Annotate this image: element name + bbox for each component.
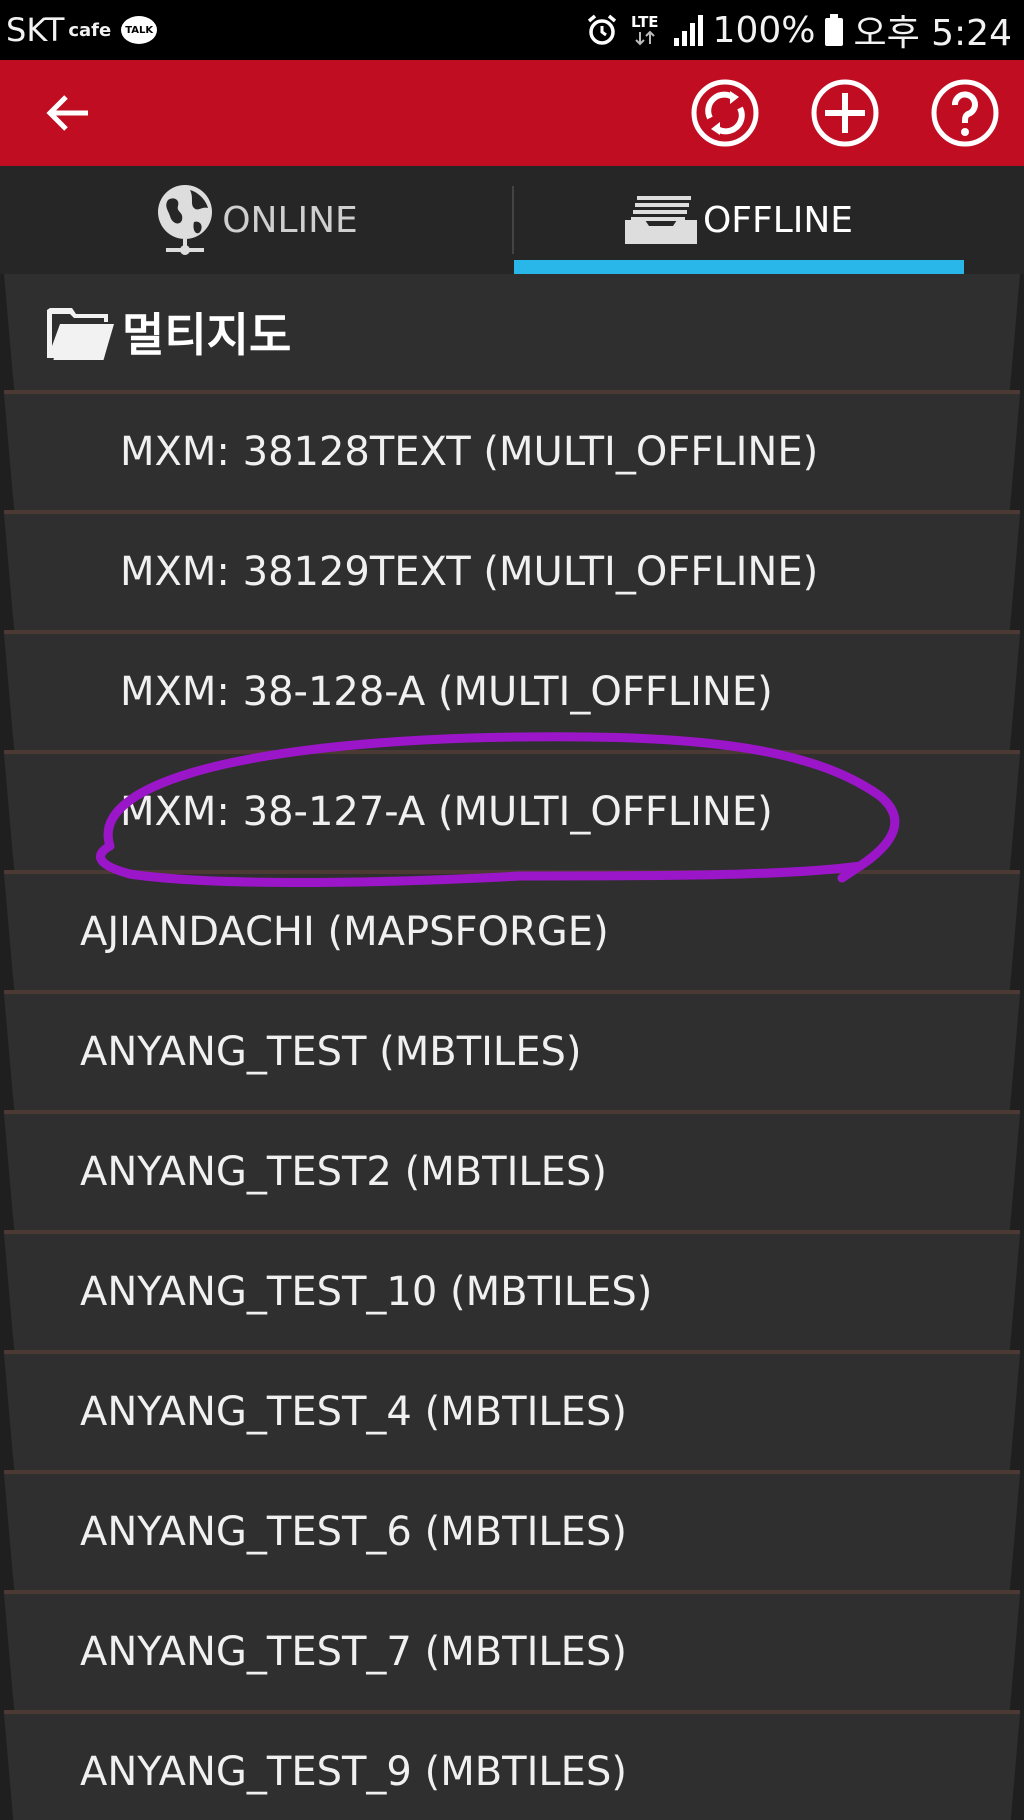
arrow-left-icon [46, 95, 88, 131]
alarm-icon [585, 13, 619, 47]
status-bar-left: SKT cafe TALK [6, 11, 158, 49]
lte-text: LTE [631, 13, 659, 31]
list-item-label: ANYANG_TEST_4 (MBTILES) [80, 1389, 627, 1435]
list-item[interactable]: ANYANG_TEST_10 (MBTILES) [0, 1234, 1024, 1354]
list-item-label: ANYANG_TEST_7 (MBTILES) [80, 1629, 627, 1675]
tab-offline-label: OFFLINE [702, 199, 854, 241]
sync-button[interactable] [690, 78, 760, 148]
list-item-label: ANYANG_TEST (MBTILES) [80, 1029, 582, 1075]
list-item-label: MXM: 38128TEXT (MULTI_OFFLINE) [120, 429, 819, 475]
help-button[interactable] [930, 78, 1000, 148]
list-item[interactable]: ANYANG_TEST_7 (MBTILES) [0, 1594, 1024, 1714]
list-item[interactable]: ANYANG_TEST_4 (MBTILES) [0, 1354, 1024, 1474]
list-item-label: AJIANDACHI (MAPSFORGE) [80, 909, 609, 955]
folder-label: 멀티지도 [122, 308, 292, 362]
battery-icon [825, 14, 844, 46]
list-item-label: MXM: 38-127-A (MULTI_OFFLINE) [120, 789, 773, 835]
plus-icon [811, 79, 879, 147]
signal-icon [673, 14, 703, 46]
list-item[interactable]: MXM: 38128TEXT (MULTI_OFFLINE) [0, 394, 1024, 514]
list-item[interactable]: MXM: 38-127-A (MULTI_OFFLINE) [0, 754, 1024, 874]
tab-bar: ONLINE OFFLINE [0, 166, 1024, 274]
list-item[interactable]: ANYANG_TEST_6 (MBTILES) [0, 1474, 1024, 1594]
sync-icon [691, 79, 759, 147]
list-item-label: ANYANG_TEST_10 (MBTILES) [80, 1269, 653, 1315]
tray-icon [624, 194, 697, 246]
cafe-notification-icon: cafe [68, 19, 112, 41]
battery-percentage: 100% [712, 9, 816, 51]
lte-icon: LTE [629, 12, 663, 48]
status-bar: SKT cafe TALK LTE 100% 오후 5:24 [0, 0, 1024, 60]
list-item[interactable]: ANYANG_TEST (MBTILES) [0, 994, 1024, 1114]
list-item[interactable]: ANYANG_TEST_9 (MBTILES) [0, 1714, 1024, 1820]
tab-offline[interactable]: OFFLINE [514, 166, 964, 274]
list-item[interactable]: MXM: 38-128-A (MULTI_OFFLINE) [0, 634, 1024, 754]
tab-online-label: ONLINE [222, 199, 358, 241]
list-item-label: ANYANG_TEST2 (MBTILES) [80, 1149, 607, 1195]
list-item[interactable]: AJIANDACHI (MAPSFORGE) [0, 874, 1024, 994]
add-map-button[interactable] [810, 78, 880, 148]
list-item-label: MXM: 38-128-A (MULTI_OFFLINE) [120, 669, 773, 715]
tab-selected-indicator [514, 260, 964, 274]
list-item-label: MXM: 38129TEXT (MULTI_OFFLINE) [120, 549, 819, 595]
status-bar-right: LTE 100% 오후 5:24 [575, 4, 1012, 56]
list-item[interactable]: MXM: 38129TEXT (MULTI_OFFLINE) [0, 514, 1024, 634]
back-button[interactable] [38, 87, 98, 139]
list-item-label: ANYANG_TEST_9 (MBTILES) [80, 1749, 627, 1795]
globe-icon [154, 182, 216, 258]
carrier-name: SKT [6, 11, 65, 49]
app-bar [0, 60, 1024, 166]
talk-notification-icon: TALK [121, 16, 158, 44]
clock: 오후 5:24 [853, 13, 1012, 54]
map-list[interactable]: 멀티지도 MXM: 38128TEXT (MULTI_OFFLINE) MXM:… [0, 274, 1024, 1820]
folder-icon [44, 302, 116, 362]
folder-row-multi-map[interactable]: 멀티지도 [0, 274, 1024, 394]
list-item[interactable]: ANYANG_TEST2 (MBTILES) [0, 1114, 1024, 1234]
list-item-label: ANYANG_TEST_6 (MBTILES) [80, 1509, 627, 1555]
tab-online[interactable]: ONLINE [0, 166, 512, 274]
help-icon [931, 79, 999, 147]
